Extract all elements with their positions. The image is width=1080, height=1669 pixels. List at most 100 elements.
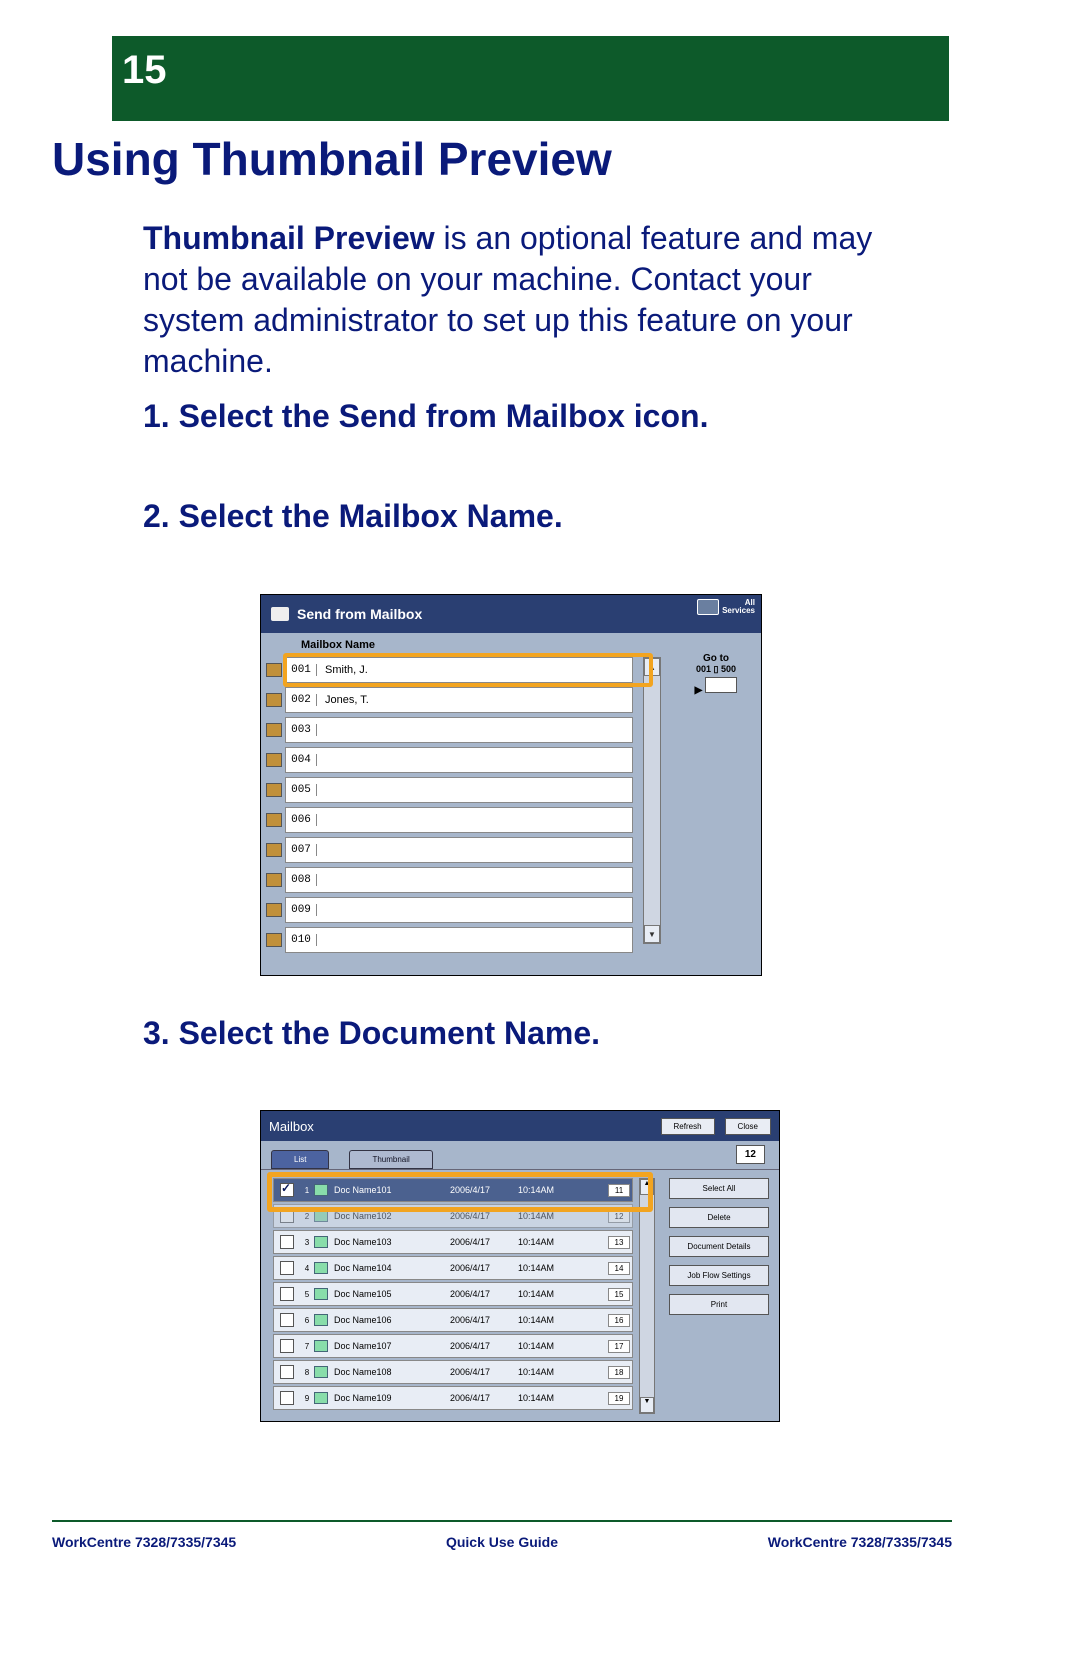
mailbox-number: 006 — [286, 814, 317, 826]
document-row[interactable]: 9Doc Name1092006/4/1710:14AM19 — [273, 1386, 633, 1410]
row-checkbox[interactable] — [280, 1287, 294, 1301]
document-icon — [314, 1236, 328, 1248]
folder-icon — [266, 903, 282, 917]
step-3: 3. Select the Document Name. — [143, 1015, 600, 1052]
document-pages: 14 — [608, 1262, 630, 1275]
document-details-button[interactable]: Document Details — [669, 1236, 769, 1257]
mailbox-row[interactable]: 009 — [285, 897, 633, 923]
document-pages: 19 — [608, 1392, 630, 1405]
mailbox-row[interactable]: 005 — [285, 777, 633, 803]
refresh-button[interactable]: Refresh — [661, 1118, 715, 1135]
mailbox-row[interactable]: 007 — [285, 837, 633, 863]
delete-button[interactable]: Delete — [669, 1207, 769, 1228]
document-row[interactable]: 1Doc Name1012006/4/1710:14AM11 — [273, 1178, 633, 1202]
row-index: 3 — [300, 1238, 314, 1247]
scroll-down-icon[interactable]: ▼ — [640, 1397, 654, 1413]
document-row[interactable]: 6Doc Name1062006/4/1710:14AM16 — [273, 1308, 633, 1332]
document-icon — [314, 1314, 328, 1326]
mailbox-name: Jones, T. — [317, 694, 632, 706]
document-time: 10:14AM — [506, 1263, 566, 1273]
document-pages: 16 — [608, 1314, 630, 1327]
mailbox-number: 002 — [286, 694, 317, 706]
row-checkbox[interactable] — [280, 1209, 294, 1223]
scroll-up-icon[interactable]: ▲ — [640, 1179, 654, 1195]
goto-input[interactable] — [705, 677, 737, 693]
page-footer: WorkCentre 7328/7335/7345 Quick Use Guid… — [52, 1520, 952, 1550]
scrollbar[interactable]: ▲ ▼ — [639, 1178, 655, 1414]
document-name: Doc Name104 — [332, 1263, 434, 1273]
row-index: 9 — [300, 1394, 314, 1403]
screenshot-mailbox-documents: Mailbox Refresh Close List Thumbnail 12 … — [260, 1110, 780, 1422]
document-pages: 13 — [608, 1236, 630, 1249]
window-titlebar: Send from Mailbox All Services — [261, 595, 761, 633]
row-checkbox[interactable] — [280, 1235, 294, 1249]
print-button[interactable]: Print — [669, 1294, 769, 1315]
mailbox-row[interactable]: 003 — [285, 717, 633, 743]
mailbox-list: 001Smith, J. 002Jones, T. 003 004 005 006 007 0… — [285, 657, 633, 957]
footer-right: WorkCentre 7328/7335/7345 — [768, 1534, 952, 1550]
row-checkbox[interactable] — [280, 1365, 294, 1379]
document-date: 2006/4/17 — [434, 1289, 506, 1299]
document-count: 12 — [736, 1145, 765, 1164]
document-row[interactable]: 3 Doc Name1032006/4/1710:14AM 13 — [273, 1230, 633, 1254]
mailbox-row[interactable]: 008 — [285, 867, 633, 893]
goto-range: 001 ▯ 500 — [681, 664, 751, 675]
row-index: 8 — [300, 1368, 314, 1377]
mailbox-row[interactable]: 002Jones, T. — [285, 687, 633, 713]
document-pages: 18 — [608, 1366, 630, 1379]
folder-icon — [266, 813, 282, 827]
row-checkbox[interactable] — [280, 1261, 294, 1275]
goto-label: Go to — [681, 653, 751, 664]
row-index: 7 — [300, 1342, 314, 1351]
mailbox-number: 009 — [286, 904, 317, 916]
document-time: 10:14AM — [506, 1315, 566, 1325]
document-date: 2006/4/17 — [434, 1211, 506, 1221]
document-date: 2006/4/17 — [434, 1367, 506, 1377]
scrollbar[interactable]: ▲ ▼ — [643, 657, 661, 944]
document-pages: 12 — [608, 1210, 630, 1223]
tab-list[interactable]: List — [271, 1150, 329, 1169]
screenshot-send-from-mailbox: Send from Mailbox All Services Mailbox N… — [260, 594, 762, 976]
document-row[interactable]: 2Doc Name1022006/4/1710:14AM12 — [273, 1204, 633, 1228]
select-all-button[interactable]: Select All — [669, 1178, 769, 1199]
document-icon — [314, 1340, 328, 1352]
scroll-up-icon[interactable]: ▲ — [644, 658, 660, 676]
all-services-button[interactable]: All Services — [697, 599, 755, 616]
job-flow-settings-button[interactable]: Job Flow Settings — [669, 1265, 769, 1286]
document-time: 10:14AM — [506, 1289, 566, 1299]
document-name: Doc Name102 — [332, 1211, 434, 1221]
document-row[interactable]: 8Doc Name1082006/4/1710:14AM18 — [273, 1360, 633, 1384]
close-button[interactable]: Close — [725, 1118, 771, 1135]
row-checkbox[interactable] — [280, 1313, 294, 1327]
folder-icon — [266, 663, 282, 677]
mailbox-row[interactable]: 001Smith, J. — [285, 657, 633, 683]
row-checkbox[interactable] — [280, 1183, 294, 1197]
tab-thumbnail[interactable]: Thumbnail — [349, 1150, 432, 1169]
document-row[interactable]: 4Doc Name1042006/4/1710:14AM14 — [273, 1256, 633, 1280]
document-panel: 1Doc Name1012006/4/1710:14AM112Doc Name1… — [261, 1169, 779, 1422]
document-row[interactable]: 5Doc Name1052006/4/1710:14AM15 — [273, 1282, 633, 1306]
mailbox-number: 007 — [286, 844, 317, 856]
document-name: Doc Name103 — [332, 1237, 434, 1247]
mailbox-number: 004 — [286, 754, 317, 766]
folder-icon — [266, 783, 282, 797]
document-date: 2006/4/17 — [434, 1237, 506, 1247]
document-time: 10:14AM — [506, 1237, 566, 1247]
scroll-down-icon[interactable]: ▼ — [644, 925, 660, 943]
row-checkbox[interactable] — [280, 1391, 294, 1405]
mailbox-row[interactable]: 006 — [285, 807, 633, 833]
document-name: Doc Name106 — [332, 1315, 434, 1325]
footer-center: Quick Use Guide — [446, 1534, 558, 1550]
document-time: 10:14AM — [506, 1185, 566, 1195]
row-checkbox[interactable] — [280, 1339, 294, 1353]
document-row[interactable]: 7Doc Name1072006/4/1710:14AM17 — [273, 1334, 633, 1358]
document-time: 10:14AM — [506, 1367, 566, 1377]
mailbox-number: 003 — [286, 724, 317, 736]
mailbox-row[interactable]: 004 — [285, 747, 633, 773]
mailbox-row[interactable]: 010 — [285, 927, 633, 953]
folder-icon — [266, 873, 282, 887]
mailbox-name: Smith, J. — [317, 664, 632, 676]
step-2: 2. Select the Mailbox Name. — [143, 498, 563, 535]
folder-icon — [266, 693, 282, 707]
mailbox-number: 008 — [286, 874, 317, 886]
